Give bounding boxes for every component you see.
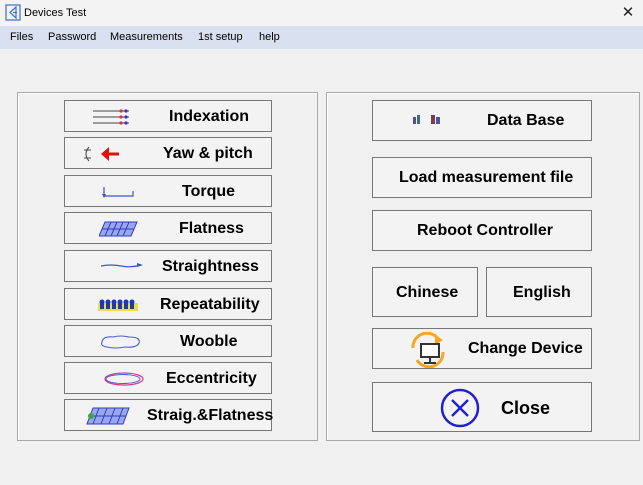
change-device-button[interactable]: Change Device xyxy=(372,328,592,369)
yaw-pitch-button[interactable]: Yaw & pitch xyxy=(64,137,272,169)
straightness-label: Straightness xyxy=(162,258,259,275)
menu-measurements[interactable]: Measurements xyxy=(110,31,183,43)
torque-label: Torque xyxy=(182,183,236,200)
straig-flatness-button[interactable]: Straig.&Flatness xyxy=(64,399,274,431)
change-device-label: Change Device xyxy=(468,340,583,357)
database-icon xyxy=(413,115,440,124)
reboot-controller-button[interactable]: Reboot Controller xyxy=(372,210,592,251)
reboot-controller-label: Reboot Controller xyxy=(417,222,553,239)
title-bar: Devices Test ✕ xyxy=(0,0,643,26)
english-label: English xyxy=(513,284,571,301)
straightness-button[interactable]: Straightness xyxy=(64,250,272,282)
torque-button[interactable]: Torque xyxy=(64,175,272,207)
app-icon xyxy=(5,4,21,21)
flatness-button[interactable]: Flatness xyxy=(64,212,272,244)
english-button[interactable]: English xyxy=(486,267,592,317)
flatness-icon xyxy=(99,221,138,237)
eccentricity-button[interactable]: Eccentricity xyxy=(64,362,272,394)
close-circle-icon xyxy=(440,388,480,428)
indexation-icon xyxy=(93,109,129,125)
straightness-icon xyxy=(101,263,143,268)
indexation-label: Indexation xyxy=(169,108,250,125)
eccentricity-label: Eccentricity xyxy=(166,370,257,387)
wooble-icon xyxy=(101,335,140,349)
menu-password[interactable]: Password xyxy=(48,31,96,43)
change-device-icon xyxy=(411,332,445,368)
chinese-button[interactable]: Chinese xyxy=(372,267,478,317)
wooble-label: Wooble xyxy=(180,333,238,350)
flatness-label: Flatness xyxy=(179,220,244,237)
eccentricity-icon xyxy=(104,372,144,386)
menu-files[interactable]: Files xyxy=(10,31,33,43)
torque-icon xyxy=(102,187,134,198)
close-button[interactable]: Close xyxy=(372,382,592,432)
straig-flatness-label: Straig.&Flatness xyxy=(147,407,274,424)
load-measurement-label: Load measurement file xyxy=(399,169,574,186)
wooble-button[interactable]: Wooble xyxy=(64,325,272,357)
repeatability-label: Repeatability xyxy=(160,296,260,313)
window-title: Devices Test xyxy=(24,7,87,19)
close-label: Close xyxy=(501,398,551,418)
database-label: Data Base xyxy=(487,112,565,129)
yaw-pitch-label: Yaw & pitch xyxy=(163,145,253,162)
menu-bar: Files Password Measurements 1st setup he… xyxy=(0,26,643,49)
repeatability-button[interactable]: Repeatability xyxy=(64,288,272,320)
yaw-pitch-icon xyxy=(84,146,119,162)
menu-1st-setup[interactable]: 1st setup xyxy=(198,31,243,43)
indexation-button[interactable]: Indexation xyxy=(64,100,272,132)
straig-flatness-icon xyxy=(86,407,130,425)
database-button[interactable]: Data Base xyxy=(372,100,592,141)
chinese-label: Chinese xyxy=(396,284,459,301)
load-measurement-button[interactable]: Load measurement file xyxy=(372,157,592,198)
menu-help[interactable]: help xyxy=(259,31,280,43)
repeatability-icon xyxy=(98,299,138,311)
close-icon[interactable]: ✕ xyxy=(619,4,637,22)
